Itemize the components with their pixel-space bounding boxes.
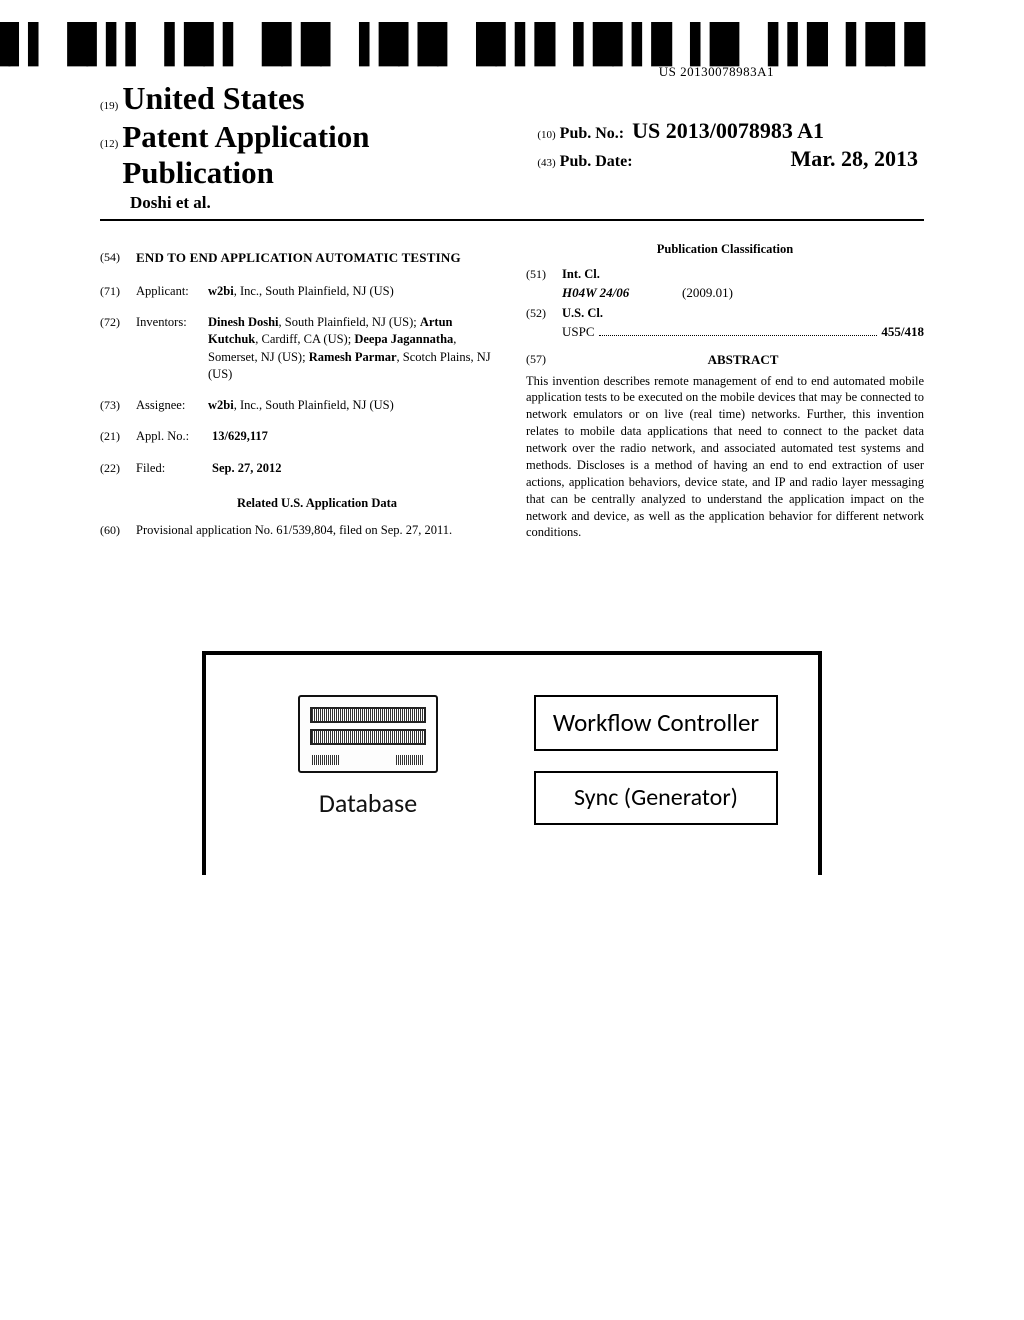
filed-value: Sep. 27, 2012 [212,460,281,477]
document-header: (19) United States (12) Patent Applicati… [100,80,924,221]
filed-label: Filed: [136,460,212,477]
applicant-label: Applicant: [136,283,208,300]
applno-value: 13/629,117 [212,428,268,445]
assignee-value: w2bi, Inc., South Plainfield, NJ (US) [208,397,394,414]
inventors-list: Dinesh Doshi, South Plainfield, NJ (US);… [208,314,498,383]
workflow-controller-box: Workflow Controller [534,695,778,750]
code-10: (10) [537,129,555,141]
pub-date-value: Mar. 28, 2013 [790,146,924,172]
pub-no-value: US 2013/0078983 A1 [632,118,824,144]
uspc-label: USPC [562,323,595,341]
database-icon [298,695,438,773]
code-12: (12) [100,138,118,150]
code-73: (73) [100,397,136,414]
uscl-label: U.S. Cl. [562,305,924,322]
code-51: (51) [526,266,562,301]
invention-title: END TO END APPLICATION AUTOMATIC TESTING [136,249,498,267]
assignee-label: Assignee: [136,397,208,414]
code-21: (21) [100,428,136,445]
pub-date-label: Pub. Date: [560,153,633,171]
figure-1: Database Workflow Controller Sync (Gener… [202,651,822,874]
right-column: Publication Classification (51) Int. Cl.… [526,239,924,541]
intcl-label: Int. Cl. [562,266,924,283]
sync-generator-box: Sync (Generator) [534,771,778,825]
related-heading: Related U.S. Application Data [136,495,498,512]
country-name: United States [122,80,304,117]
intcl-date: (2009.01) [682,284,733,302]
barcode-block: ▌█▌▌█ ▌▌█▌█▌▌ ▌▌ █▌▌█▌ ▌█▌▌ ▌█▌▌ █▌█▌ █▌… [100,28,924,62]
database-label: Database [246,787,490,819]
bibliographic-body: (54) END TO END APPLICATION AUTOMATIC TE… [100,239,924,541]
barcode-graphic: ▌█▌▌█ ▌▌█▌█▌▌ ▌▌ █▌▌█▌ ▌█▌▌ ▌█▌▌ █▌█▌ █▌… [0,26,924,63]
code-43: (43) [537,157,555,169]
provisional-text: Provisional application No. 61/539,804, … [136,522,498,539]
uspc-value: 455/418 [881,323,924,341]
left-column: (54) END TO END APPLICATION AUTOMATIC TE… [100,239,498,541]
code-54: (54) [100,249,136,267]
code-19: (19) [100,100,118,112]
code-57: (57) [526,351,562,369]
code-60: (60) [100,522,136,539]
applicant-value: w2bi, Inc., South Plainfield, NJ (US) [208,283,394,300]
code-71: (71) [100,283,136,300]
pubclass-heading: Publication Classification [526,241,924,258]
pub-no-label: Pub. No.: [560,125,624,143]
authors-line: Doshi et al. [130,193,527,213]
applno-label: Appl. No.: [136,428,212,445]
doc-type: Patent Application Publication [122,119,527,191]
code-72: (72) [100,314,136,383]
intcl-code: H04W 24/06 [562,284,682,302]
dotted-leader [599,335,878,336]
abstract-text: This invention describes remote manageme… [526,373,924,542]
code-22: (22) [100,460,136,477]
abstract-heading: ABSTRACT [562,351,924,369]
code-52: (52) [526,305,562,340]
inventors-label: Inventors: [136,314,208,383]
